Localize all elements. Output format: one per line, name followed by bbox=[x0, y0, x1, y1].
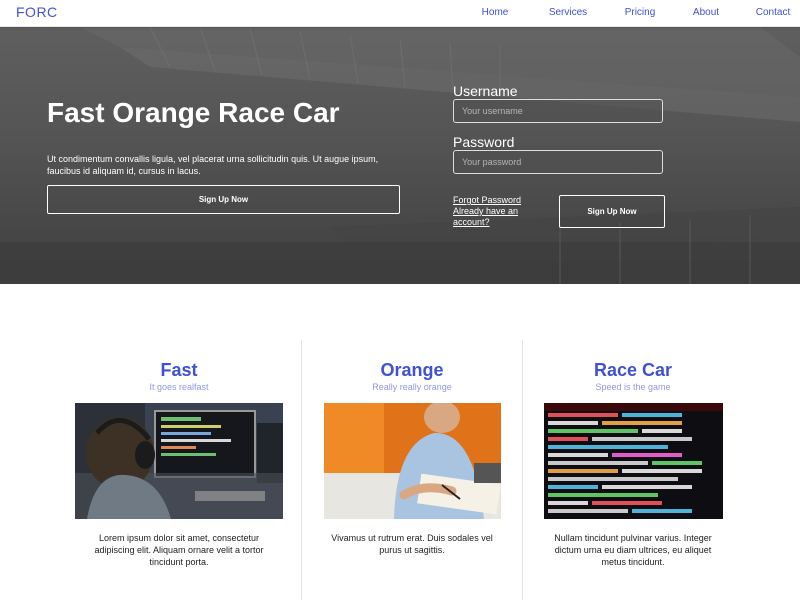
feature-description: Vivamus ut rutrum erat. Duis sodales vel… bbox=[331, 533, 493, 555]
feature-image-source-code bbox=[544, 403, 723, 519]
username-label: Username bbox=[453, 83, 518, 99]
feature-card-race-car: Race Car Speed is the game Nullam tincid… bbox=[523, 340, 743, 600]
feature-title: Fast bbox=[160, 360, 198, 380]
nav-link-services[interactable]: Services bbox=[544, 0, 592, 26]
feature-description: Lorem ipsum dolor sit amet, consectetur … bbox=[94, 533, 264, 567]
feature-image-person-writing bbox=[324, 403, 501, 519]
hero-description: Ut condimentum convallis ligula, vel pla… bbox=[47, 154, 379, 176]
login-signup-button[interactable]: Sign Up Now bbox=[559, 195, 665, 228]
feature-card-fast: Fast It goes realfast Lorem ipsum dolor … bbox=[69, 340, 289, 600]
password-label: Password bbox=[453, 134, 515, 150]
feature-title: Orange bbox=[380, 360, 444, 380]
nav-link-contact[interactable]: Contact bbox=[750, 0, 796, 26]
nav-link-home[interactable]: Home bbox=[472, 0, 518, 26]
feature-subtitle: Speed is the game bbox=[595, 382, 671, 392]
nav-links: Home Services Pricing About Contact bbox=[472, 0, 800, 26]
password-input[interactable] bbox=[453, 150, 663, 174]
nav-link-pricing[interactable]: Pricing bbox=[618, 0, 662, 26]
hero-title: Fast Orange Race Car bbox=[47, 97, 340, 128]
feature-subtitle: It goes realfast bbox=[149, 382, 209, 392]
hero-section: Fast Orange Race Car Ut condimentum conv… bbox=[0, 27, 800, 284]
hero-signup-button[interactable]: Sign Up Now bbox=[47, 185, 400, 214]
feature-subtitle: Really really orange bbox=[372, 382, 452, 392]
feature-image-person-at-computer bbox=[75, 403, 283, 519]
brand-logo[interactable]: FORC bbox=[16, 4, 58, 20]
nav-link-about[interactable]: About bbox=[686, 0, 726, 26]
feature-title: Race Car bbox=[593, 360, 673, 380]
forgot-password-link[interactable]: Forgot Password bbox=[453, 195, 521, 206]
navbar: FORC Home Services Pricing About Contact bbox=[0, 0, 800, 27]
feature-description: Nullam tincidunt pulvinar varius. Intege… bbox=[554, 533, 712, 567]
have-account-link[interactable]: Already have an account? bbox=[453, 206, 533, 228]
username-input[interactable] bbox=[453, 99, 663, 123]
feature-card-orange: Orange Really really orange Vivamus ut r… bbox=[302, 340, 522, 600]
